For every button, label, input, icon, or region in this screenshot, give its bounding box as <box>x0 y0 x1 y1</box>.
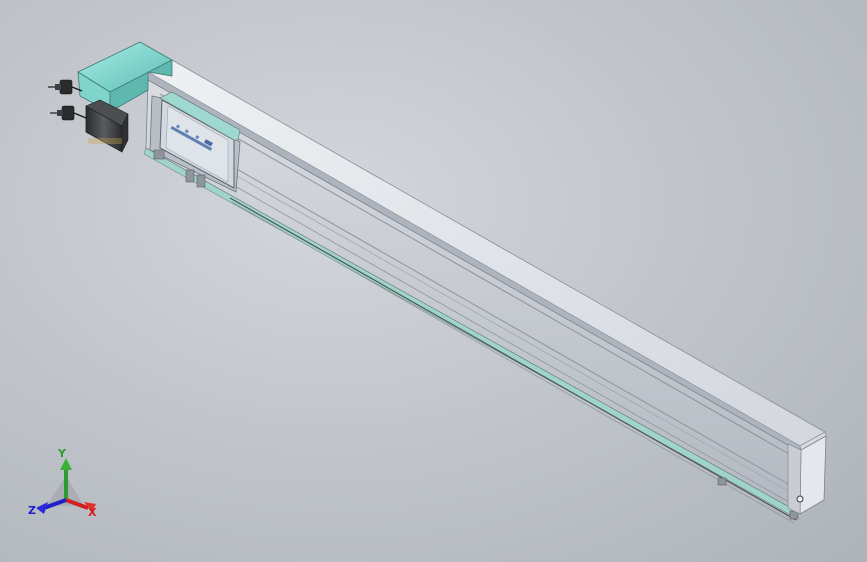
lower-connector[interactable] <box>50 105 87 121</box>
rail-bottom-strip <box>143 147 799 519</box>
rail-groove-4 <box>155 140 795 506</box>
rail-groove-2 <box>157 123 796 489</box>
rail-bottom-edge <box>229 197 797 521</box>
carriage-tab-3 <box>196 174 206 188</box>
motor-flange <box>88 138 122 144</box>
end-cap-side <box>787 443 802 515</box>
triad-z-label: Z <box>28 504 36 517</box>
end-cap-hole <box>796 495 804 503</box>
actuator-model[interactable] <box>0 0 867 562</box>
cad-viewport[interactable]: Y X Z <box>0 0 867 562</box>
rail-groove-3 <box>157 130 796 496</box>
rail-tab-1 <box>717 477 727 486</box>
rail-upper-bevel <box>147 71 801 453</box>
triad-y-label: Y <box>58 447 66 460</box>
carriage-tab-2 <box>185 169 195 183</box>
upper-connector[interactable] <box>48 79 83 95</box>
rail-top-face <box>147 59 826 447</box>
rail-groove-1 <box>159 93 797 459</box>
triad-x-label: X <box>88 506 97 519</box>
carriage-tab-1 <box>153 149 165 160</box>
orientation-triad[interactable]: Y X Z <box>26 446 106 524</box>
rail-side-face <box>145 79 801 513</box>
rail-bottom-edge-2 <box>231 201 795 524</box>
